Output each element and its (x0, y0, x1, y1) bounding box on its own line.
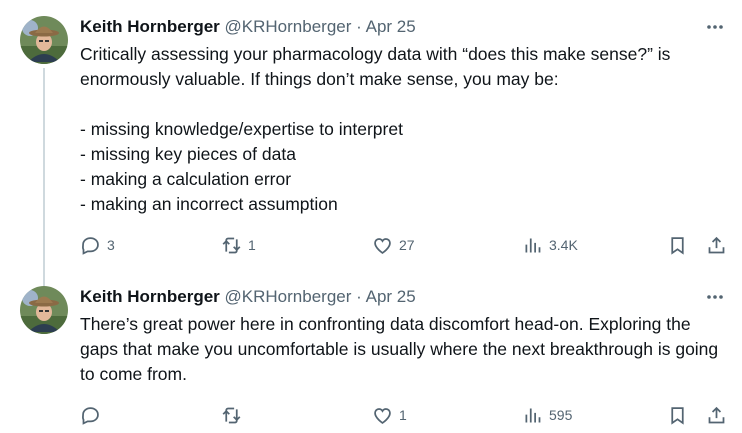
reply-icon (82, 406, 99, 425)
tweet-date[interactable]: Apr 25 (366, 287, 416, 306)
like-button[interactable]: 1 (372, 402, 407, 428)
tweet-header: Keith Hornberger @KRHornberger · Apr 25 (80, 16, 682, 38)
retweet-button[interactable]: 1 (221, 232, 256, 258)
retweet-count: 1 (248, 237, 256, 253)
views-button[interactable]: 595 (522, 402, 572, 428)
tweet-header: Keith Hornberger @KRHornberger · Apr 25 (80, 286, 682, 308)
author-name[interactable]: Keith Hornberger (80, 17, 220, 36)
like-button[interactable]: 27 (372, 232, 415, 258)
view-count: 3.4K (549, 237, 578, 253)
bookmark-button[interactable] (667, 232, 688, 258)
retweet-icon (222, 407, 241, 423)
reply-button[interactable] (80, 402, 107, 428)
separator: · (356, 287, 362, 306)
like-count: 1 (399, 407, 407, 423)
retweet-button[interactable] (221, 402, 248, 428)
author-handle[interactable]: @KRHornberger (225, 17, 352, 36)
bookmark-button[interactable] (667, 402, 688, 428)
like-count: 27 (399, 237, 415, 253)
author-name[interactable]: Keith Hornberger (80, 287, 220, 306)
share-button[interactable] (706, 402, 727, 428)
heart-icon (374, 407, 391, 424)
retweet-icon (222, 237, 241, 253)
share-icon (708, 406, 725, 423)
views-button[interactable]: 3.4K (522, 232, 578, 258)
share-button[interactable] (706, 232, 727, 258)
analytics-icon (525, 408, 541, 422)
reply-button[interactable]: 3 (80, 232, 115, 258)
tweet[interactable]: Keith Hornberger @KRHornberger · Apr 25 … (0, 270, 742, 433)
tweet-text: There’s great power here in confronting … (80, 314, 719, 384)
more-icon[interactable] (704, 286, 726, 308)
separator: · (356, 17, 362, 36)
tweet-text: Critically assessing your pharmacology d… (80, 44, 671, 214)
tweet-date[interactable]: Apr 25 (366, 17, 416, 36)
tweet-actions: 1 595 (80, 402, 726, 428)
share-icon (708, 236, 725, 253)
tweet[interactable]: Keith Hornberger @KRHornberger · Apr 25 … (0, 0, 742, 286)
reply-count: 3 (107, 237, 115, 253)
analytics-icon (525, 238, 541, 252)
avatar[interactable] (20, 16, 68, 64)
more-icon[interactable] (704, 16, 726, 38)
view-count: 595 (549, 407, 573, 423)
bookmark-icon (671, 236, 684, 255)
bookmark-icon (671, 406, 684, 425)
avatar[interactable] (20, 286, 68, 334)
heart-icon (374, 237, 391, 254)
author-handle[interactable]: @KRHornberger (225, 287, 352, 306)
reply-icon (82, 236, 99, 255)
thread-line (43, 68, 45, 286)
tweet-actions: 3 1 27 3.4K (80, 232, 726, 258)
